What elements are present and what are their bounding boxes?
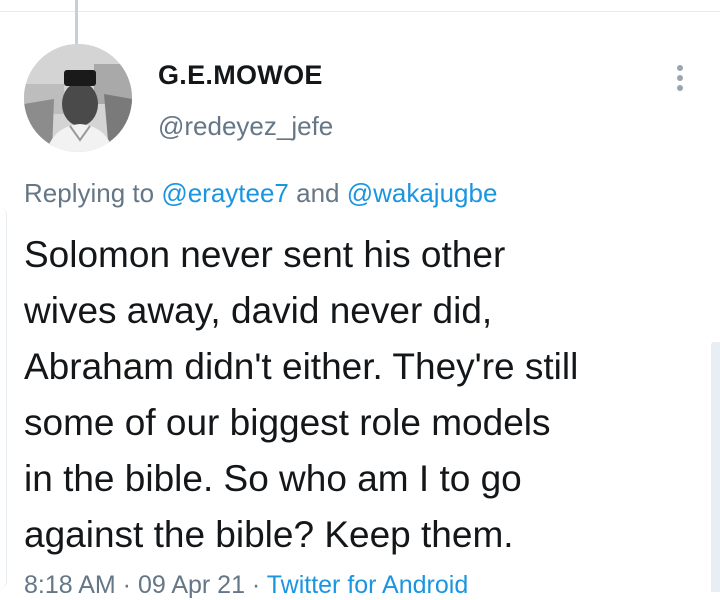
tweet-source-link[interactable]: Twitter for Android <box>267 571 468 599</box>
left-edge-panel <box>0 208 7 588</box>
tweet-text: Solomon never sent his other wives away,… <box>24 227 694 563</box>
user-handle[interactable]: @redeyez_jefe <box>158 111 333 142</box>
tweet-date[interactable]: 09 Apr 21 <box>138 571 245 599</box>
meta-separator: · <box>244 571 267 599</box>
more-vertical-icon <box>677 65 683 91</box>
tweet-line: some of our biggest role models <box>24 402 551 443</box>
thread-connector-line <box>75 0 78 44</box>
top-divider <box>0 11 720 12</box>
tweet-line: wives away, david never did, <box>24 290 493 331</box>
replying-to-conjunction: and <box>288 178 347 208</box>
tweet-line: against the bible? Keep them. <box>24 514 514 555</box>
tweet-time[interactable]: 8:18 AM <box>24 571 116 599</box>
tweet-line: Abraham didn't either. They're still <box>24 346 579 387</box>
replying-to-label: Replying to <box>24 178 162 208</box>
tweet-line: in the bible. So who am I to go <box>24 458 522 499</box>
profile-photo-icon <box>24 44 132 152</box>
mention-link-wakajugbe[interactable]: @wakajugbe <box>347 178 498 208</box>
avatar[interactable] <box>24 44 132 152</box>
tweet-line: Solomon never sent his other <box>24 234 506 275</box>
mention-link-eraytee7[interactable]: @eraytee7 <box>161 178 289 208</box>
display-name[interactable]: G.E.MOWOE <box>158 60 323 91</box>
more-options-button[interactable] <box>668 60 692 96</box>
replying-to: Replying to @eraytee7 and @wakajugbe <box>24 178 497 209</box>
scrollbar[interactable] <box>711 342 720 592</box>
meta-separator: · <box>115 571 138 599</box>
tweet-metadata: 8:18 AM · 09 Apr 21 · Twitter for Androi… <box>24 571 468 600</box>
